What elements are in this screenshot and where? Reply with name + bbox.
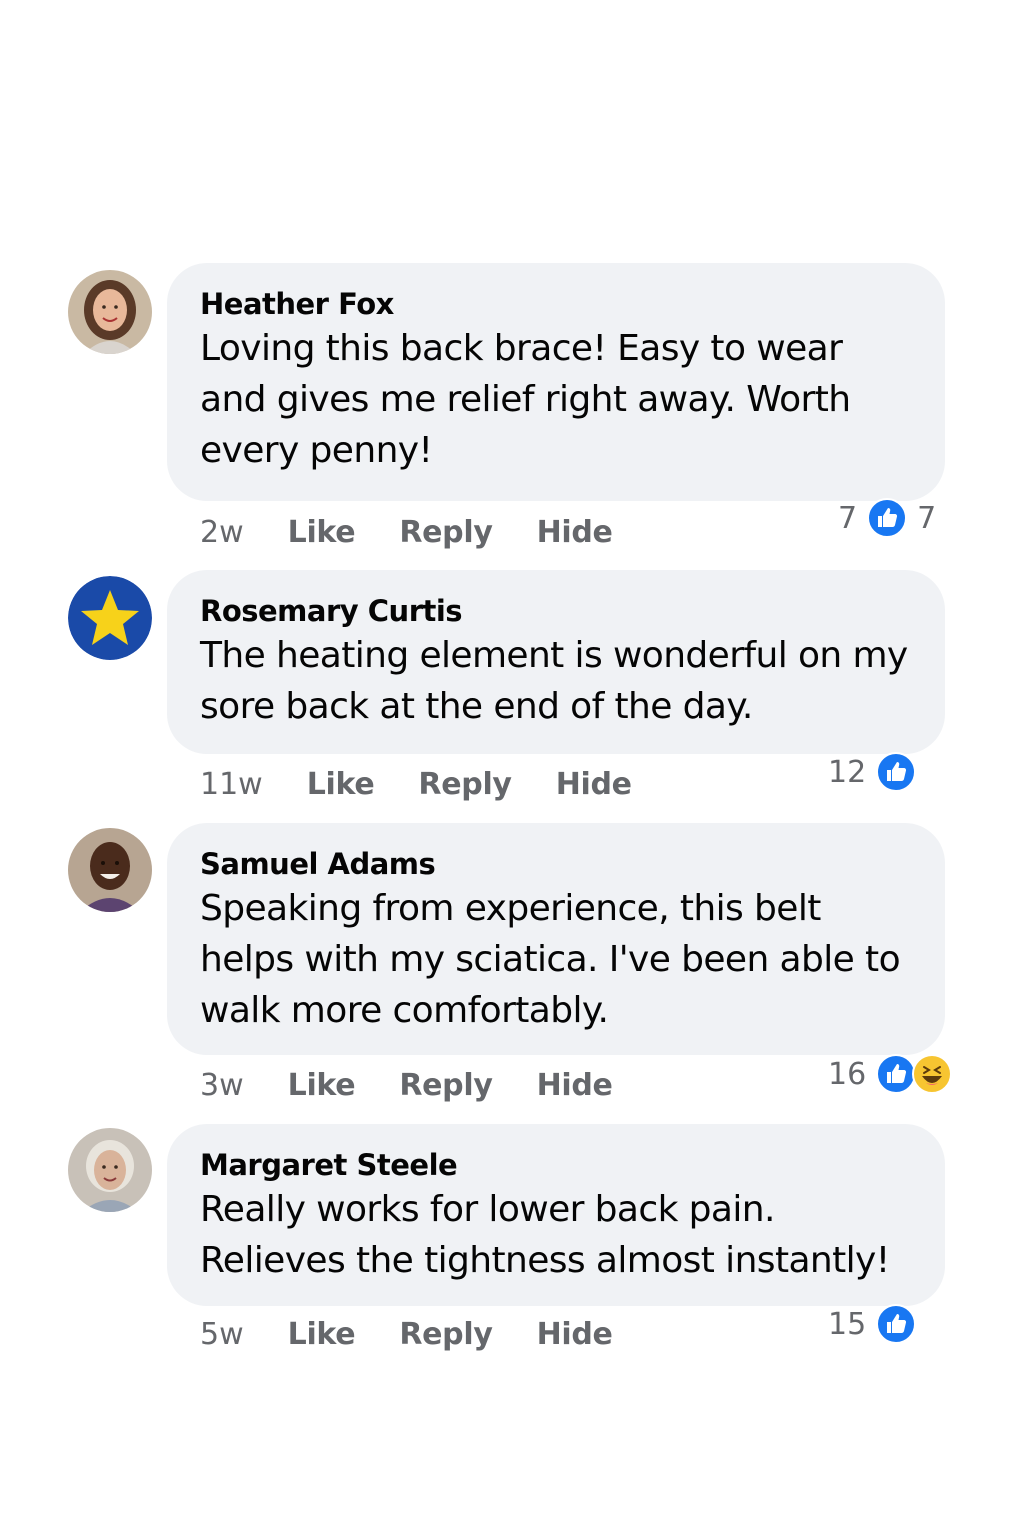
reply-button[interactable]: Reply: [399, 1068, 493, 1103]
comment-author[interactable]: Samuel Adams: [200, 845, 915, 883]
reaction-count: 12: [828, 754, 867, 790]
like-icon: [867, 498, 908, 538]
hide-button[interactable]: Hide: [556, 767, 632, 802]
like-icon: [876, 1054, 917, 1094]
avatar[interactable]: [68, 576, 152, 660]
comment-text: The heating element is wonderful on my s…: [200, 635, 908, 727]
comment-actions: 2w Like Reply Hide: [200, 512, 657, 552]
comment-bubble: Heather Fox Loving this back brace! Easy…: [167, 263, 945, 501]
like-button[interactable]: Like: [288, 1068, 356, 1103]
reaction-count: 15: [828, 1306, 867, 1342]
like-button[interactable]: Like: [288, 515, 356, 550]
comment-author[interactable]: Heather Fox: [200, 285, 915, 323]
comment-time[interactable]: 3w: [200, 1068, 244, 1103]
star-icon: [68, 576, 152, 660]
hide-button[interactable]: Hide: [537, 1068, 613, 1103]
comment-text: Speaking from experience, this belt help…: [200, 888, 901, 1031]
avatar-photo-man: [68, 828, 152, 912]
reaction-count: 16: [828, 1056, 867, 1092]
comment-actions: 3w Like Reply Hide: [200, 1065, 657, 1105]
comment-bubble: Samuel Adams Speaking from experience, t…: [167, 823, 945, 1055]
comment-bubble: Rosemary Curtis The heating element is w…: [167, 570, 945, 754]
comment-time[interactable]: 5w: [200, 1317, 244, 1352]
comment-author[interactable]: Rosemary Curtis: [200, 592, 915, 630]
hide-button[interactable]: Hide: [537, 515, 613, 550]
avatar[interactable]: [68, 270, 152, 354]
reply-button[interactable]: Reply: [418, 767, 512, 802]
like-icon: [876, 1304, 917, 1344]
comment-actions: 5w Like Reply Hide: [200, 1314, 657, 1354]
comment-time[interactable]: 2w: [200, 515, 244, 550]
comment-author[interactable]: Margaret Steele: [200, 1146, 915, 1184]
avatar-photo-older-woman: [68, 1128, 152, 1212]
like-button[interactable]: Like: [288, 1317, 356, 1352]
reaction-summary[interactable]: 16: [828, 1052, 953, 1096]
comment-bubble: Margaret Steele Really works for lower b…: [167, 1124, 945, 1306]
haha-icon: [912, 1054, 953, 1094]
like-icon: [876, 752, 917, 792]
comment-time[interactable]: 11w: [200, 767, 263, 802]
reply-button[interactable]: Reply: [399, 1317, 493, 1352]
reaction-summary[interactable]: 7 7: [838, 496, 936, 540]
avatar-photo-woman: [68, 270, 152, 354]
comment-text: Loving this back brace! Easy to wear and…: [200, 328, 851, 471]
avatar[interactable]: [68, 828, 152, 912]
hide-button[interactable]: Hide: [537, 1317, 613, 1352]
reply-button[interactable]: Reply: [399, 515, 493, 550]
reaction-count: 7: [838, 500, 858, 536]
reaction-summary[interactable]: 12: [828, 750, 917, 794]
reaction-count-secondary: 7: [917, 500, 937, 536]
comment-text: Really works for lower back pain. Reliev…: [200, 1189, 890, 1281]
comment-actions: 11w Like Reply Hide: [200, 764, 676, 804]
avatar[interactable]: [68, 1128, 152, 1212]
like-button[interactable]: Like: [307, 767, 375, 802]
reaction-summary[interactable]: 15: [828, 1302, 917, 1346]
